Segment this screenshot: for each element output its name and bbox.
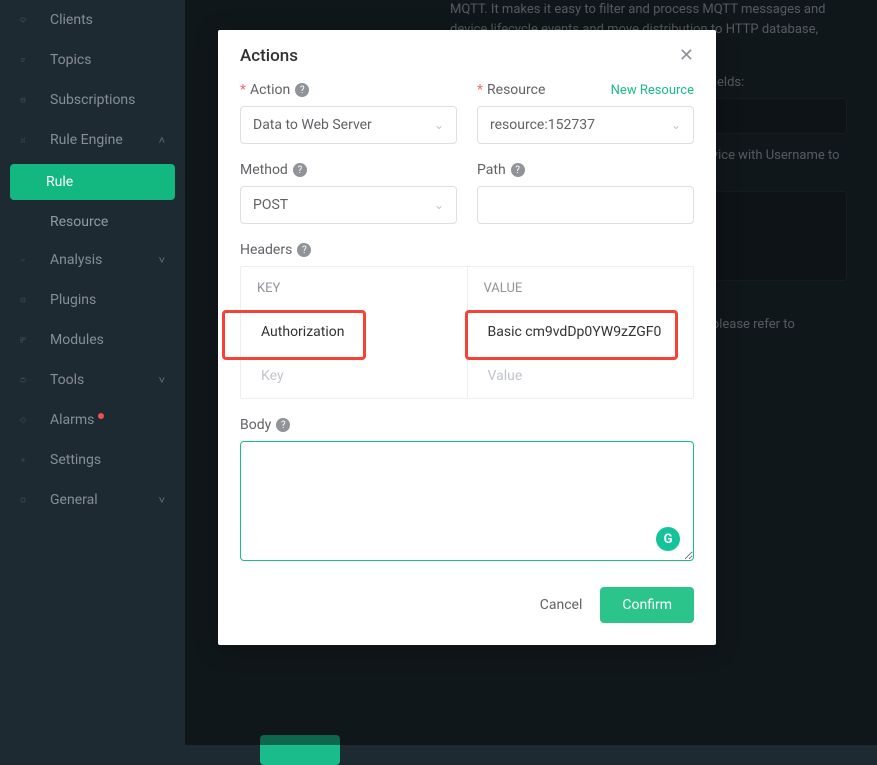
- actions-dialog: Actions ✕ *Action? Data to Web Server ⌄ …: [218, 30, 716, 645]
- field-label: Body: [240, 417, 271, 433]
- body-textarea[interactable]: [240, 441, 694, 561]
- help-icon[interactable]: ?: [295, 83, 309, 97]
- header-row-empty: [241, 354, 693, 398]
- clients-icon: [20, 11, 38, 29]
- sidebar-item-general[interactable]: General ˅: [0, 480, 185, 520]
- topics-icon: [20, 51, 38, 69]
- sidebar-item-label: Clients: [50, 12, 93, 28]
- headers-table: KEY VALUE: [240, 266, 694, 399]
- sidebar-subitem-label: Resource: [50, 214, 108, 230]
- close-icon[interactable]: ✕: [679, 47, 694, 65]
- field-label: Headers: [240, 242, 292, 258]
- help-icon[interactable]: ?: [276, 418, 290, 432]
- alarm-badge: [98, 413, 104, 419]
- help-icon[interactable]: ?: [297, 243, 311, 257]
- sidebar-item-rule-engine[interactable]: Rule Engine ˄: [0, 120, 185, 160]
- sidebar-item-label: Settings: [50, 452, 101, 468]
- sidebar-item-label: Rule Engine: [50, 132, 123, 148]
- header-key-input[interactable]: [241, 310, 467, 354]
- sidebar-item-label: General: [50, 492, 98, 508]
- help-icon[interactable]: ?: [293, 163, 307, 177]
- chevron-up-icon: ˄: [159, 134, 165, 147]
- select-value: Data to Web Server: [253, 117, 372, 133]
- headers-key-column: KEY: [241, 267, 467, 310]
- select-value: resource:152737: [490, 117, 595, 133]
- grammarly-icon[interactable]: G: [656, 527, 680, 551]
- path-input[interactable]: [477, 186, 694, 224]
- sidebar-item-label: Topics: [50, 52, 91, 68]
- header-value-input[interactable]: [467, 354, 694, 398]
- cancel-button[interactable]: Cancel: [536, 587, 587, 623]
- sidebar-item-label: Modules: [50, 332, 104, 348]
- select-value: POST: [253, 197, 288, 213]
- chevron-down-icon: ˅: [159, 374, 165, 387]
- action-select[interactable]: Data to Web Server ⌄: [240, 106, 457, 144]
- action-field: *Action? Data to Web Server ⌄: [240, 82, 457, 144]
- dialog-footer: Cancel Confirm: [218, 575, 716, 645]
- resource-field: *Resource New Resource resource:152737 ⌄: [477, 82, 694, 144]
- sidebar-item-settings[interactable]: Settings: [0, 440, 185, 480]
- sidebar-item-analysis[interactable]: Analysis ˅: [0, 240, 185, 280]
- field-label: Method: [240, 162, 288, 178]
- headers-value-column: VALUE: [467, 267, 694, 310]
- sidebar-item-clients[interactable]: Clients: [0, 0, 185, 40]
- settings-icon: [20, 451, 38, 469]
- confirm-button[interactable]: Confirm: [600, 587, 694, 623]
- rule-engine-icon: [20, 131, 38, 149]
- analysis-icon: [20, 251, 38, 269]
- sidebar-item-tools[interactable]: Tools ˅: [0, 360, 185, 400]
- sidebar-item-alarms[interactable]: Alarms: [0, 400, 185, 440]
- sidebar-item-label: Plugins: [50, 292, 96, 308]
- sidebar-item-subscriptions[interactable]: Subscriptions: [0, 80, 185, 120]
- subscriptions-icon: [20, 91, 38, 109]
- sidebar-item-plugins[interactable]: Plugins: [0, 280, 185, 320]
- field-label: Resource: [487, 82, 545, 98]
- sidebar: Clients Topics Subscriptions Rule Engine…: [0, 0, 185, 745]
- chevron-down-icon: ˅: [159, 494, 165, 507]
- new-resource-link[interactable]: New Resource: [611, 83, 694, 98]
- plugins-icon: [20, 291, 38, 309]
- chevron-down-icon: ⌄: [434, 198, 444, 212]
- chevron-down-icon: ⌄: [671, 118, 681, 132]
- help-icon[interactable]: ?: [511, 163, 525, 177]
- resource-select[interactable]: resource:152737 ⌄: [477, 106, 694, 144]
- field-label: Action: [250, 82, 290, 98]
- chevron-down-icon: ⌄: [434, 118, 444, 132]
- modules-icon: [20, 331, 38, 349]
- sidebar-subitem-rule[interactable]: Rule: [10, 164, 175, 200]
- chevron-down-icon: ˅: [159, 254, 165, 267]
- method-select[interactable]: POST ⌄: [240, 186, 457, 224]
- sidebar-item-topics[interactable]: Topics: [0, 40, 185, 80]
- sidebar-item-label: Analysis: [50, 252, 102, 268]
- sidebar-item-label: Subscriptions: [50, 92, 135, 108]
- sidebar-item-label: Tools: [50, 372, 84, 388]
- sidebar-subitem-resource[interactable]: Resource: [0, 204, 185, 240]
- field-label: Path: [477, 162, 506, 178]
- header-value-input[interactable]: [467, 310, 694, 354]
- header-row: [241, 310, 693, 354]
- sidebar-item-modules[interactable]: Modules: [0, 320, 185, 360]
- method-field: Method? POST ⌄: [240, 162, 457, 224]
- general-icon: [20, 491, 38, 509]
- sidebar-subitem-label: Rule: [46, 174, 73, 190]
- alarms-icon: [20, 411, 38, 429]
- path-field: Path?: [477, 162, 694, 224]
- header-key-input[interactable]: [241, 354, 467, 398]
- dialog-title: Actions: [240, 46, 298, 66]
- dialog-header: Actions ✕: [218, 30, 716, 82]
- sidebar-item-label: Alarms: [50, 412, 94, 428]
- tools-icon: [20, 371, 38, 389]
